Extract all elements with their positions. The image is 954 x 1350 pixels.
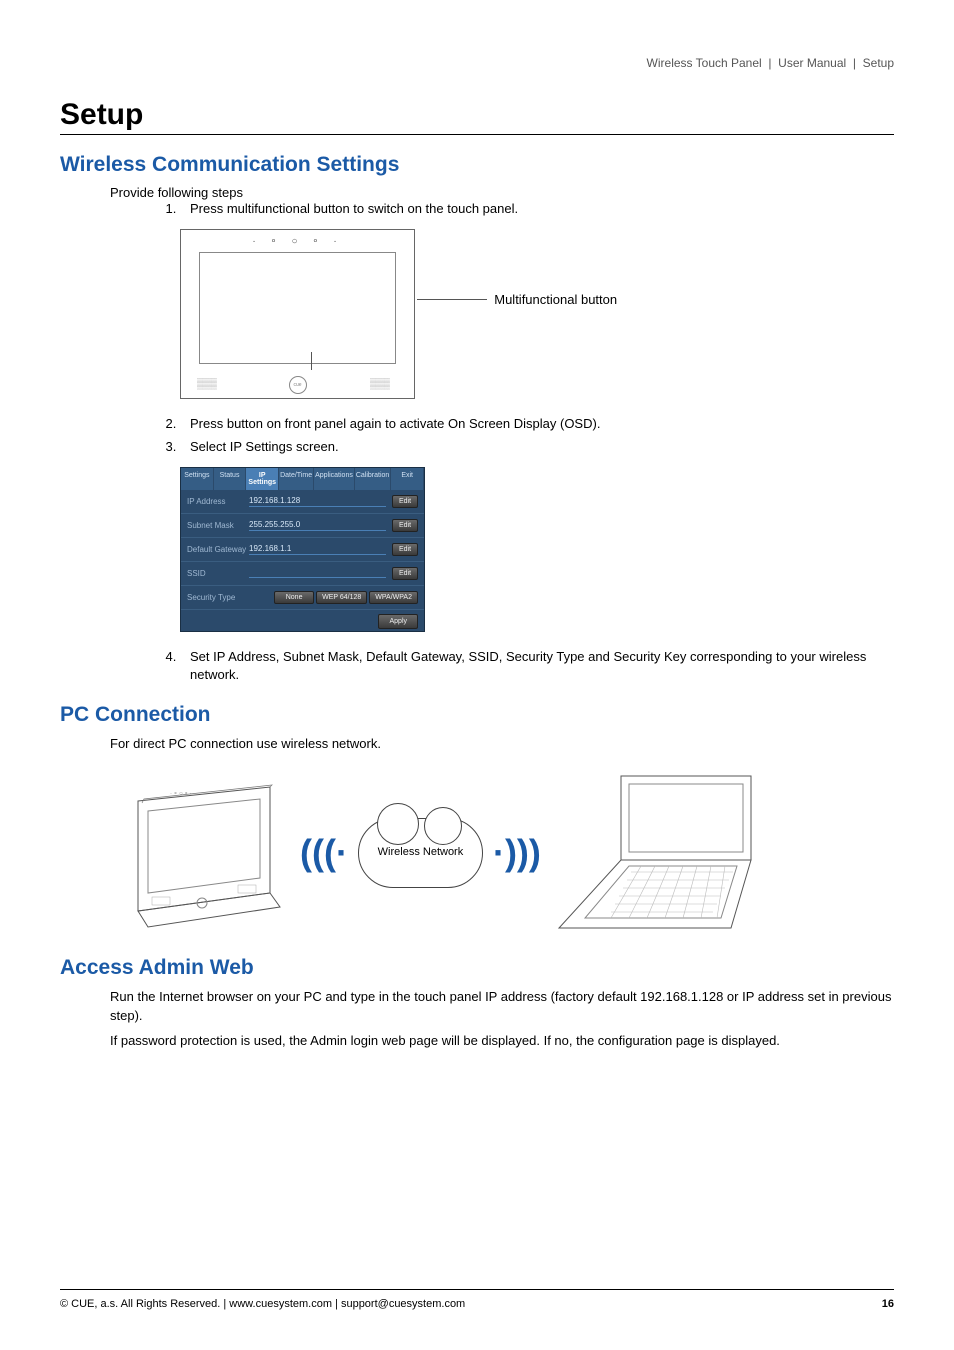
wifi-right-icon: ·))) xyxy=(493,832,541,874)
page-title: Setup xyxy=(60,98,894,135)
osd-tab-applications[interactable]: Applications xyxy=(314,468,355,490)
osd-row-mask: Subnet Mask 255.255.255.0 Edit xyxy=(181,514,424,538)
callout-multifunctional: Multifunctional button xyxy=(494,292,617,307)
figure-network-diagram: · ∘ ○ ∘ · (((· Wireless Network ·))) xyxy=(120,768,894,938)
svg-text:· ∘ ○ ∘ ·: · ∘ ○ ∘ · xyxy=(170,791,192,797)
osd-tab-calibration[interactable]: Calibration xyxy=(355,468,391,490)
osd-apply-button[interactable]: Apply xyxy=(378,614,418,629)
osd-row-gateway: Default Gateway 192.168.1.1 Edit xyxy=(181,538,424,562)
osd-row-ssid: SSID Edit xyxy=(181,562,424,586)
osd-row-security: Security Type None WEP 64/128 WPA/WPA2 xyxy=(181,586,424,610)
page-number: 16 xyxy=(882,1298,894,1310)
section-heading-wireless: Wireless Communication Settings xyxy=(60,153,894,177)
osd-tab-settings[interactable]: Settings xyxy=(181,468,214,490)
osd-tab-exit[interactable]: Exit xyxy=(391,468,424,490)
admin-p2: If password protection is used, the Admi… xyxy=(110,1032,894,1051)
osd-edit-mask[interactable]: Edit xyxy=(392,519,418,532)
step-4: Set IP Address, Subnet Mask, Default Gat… xyxy=(180,648,894,686)
pc-body: For direct PC connection use wireless ne… xyxy=(110,735,894,754)
osd-tabs: Settings Status IP Settings Date/Time Ap… xyxy=(181,468,424,490)
multifunctional-button-icon: cue xyxy=(289,376,307,394)
section-heading-pc: PC Connection xyxy=(60,703,894,727)
laptop-icon xyxy=(551,768,761,938)
footer-left: © CUE, a.s. All Rights Reserved. | www.c… xyxy=(60,1298,465,1310)
touch-panel-icon: · ∘ ○ ∘ · xyxy=(120,773,290,933)
osd-tab-ipsettings[interactable]: IP Settings xyxy=(246,468,279,490)
wireless-intro: Provide following steps xyxy=(110,185,894,200)
figure-front-panel: · ∘ ○ ∘ · ▒▒▒▒▒▒▒▒▒▒▒▒▒▒▒▒▒▒▒▒▒ cue ▒▒▒▒… xyxy=(180,229,894,399)
osd-edit-ip[interactable]: Edit xyxy=(392,495,418,508)
osd-sec-none[interactable]: None xyxy=(274,591,314,604)
osd-edit-gateway[interactable]: Edit xyxy=(392,543,418,556)
osd-tab-datetime[interactable]: Date/Time xyxy=(279,468,314,490)
section-heading-admin: Access Admin Web xyxy=(60,956,894,980)
step-3: Select IP Settings screen. xyxy=(180,438,894,457)
footer: © CUE, a.s. All Rights Reserved. | www.c… xyxy=(60,1289,894,1310)
header-breadcrumb: Wireless Touch Panel | User Manual | Set… xyxy=(60,56,894,70)
figure-osd: Settings Status IP Settings Date/Time Ap… xyxy=(180,467,894,632)
step-2: Press button on front panel again to act… xyxy=(180,415,894,434)
wifi-left-icon: (((· xyxy=(300,832,348,874)
osd-sec-wpa[interactable]: WPA/WPA2 xyxy=(369,591,418,604)
step-1: Press multifunctional button to switch o… xyxy=(180,200,894,219)
osd-sec-wep[interactable]: WEP 64/128 xyxy=(316,591,367,604)
osd-edit-ssid[interactable]: Edit xyxy=(392,567,418,580)
osd-row-ip: IP Address 192.168.1.128 Edit xyxy=(181,490,424,514)
cloud-icon: Wireless Network xyxy=(358,818,483,888)
osd-tab-status[interactable]: Status xyxy=(214,468,247,490)
admin-p1: Run the Internet browser on your PC and … xyxy=(110,988,894,1026)
